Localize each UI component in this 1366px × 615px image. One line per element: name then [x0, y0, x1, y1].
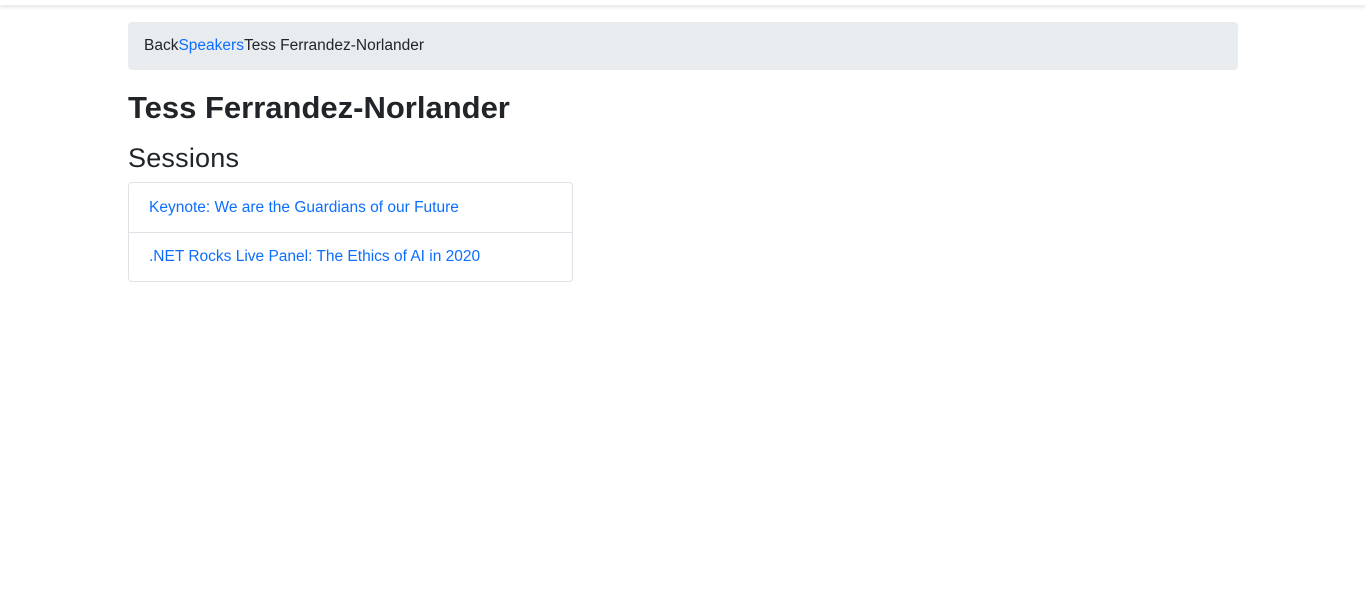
session-link-dotnet-rocks-panel[interactable]: .NET Rocks Live Panel: The Ethics of AI …: [129, 232, 572, 281]
main-container: Back Speakers Tess Ferrandez-Norlander T…: [128, 22, 1238, 282]
top-navbar: [0, 0, 1366, 6]
breadcrumb-back[interactable]: Back: [144, 37, 178, 55]
breadcrumb-current: Tess Ferrandez-Norlander: [243, 37, 424, 54]
breadcrumb-speakers-link[interactable]: Speakers: [178, 37, 243, 55]
breadcrumb: Back Speakers Tess Ferrandez-Norlander: [128, 22, 1238, 70]
sessions-heading: Sessions: [128, 143, 240, 173]
session-link-keynote[interactable]: Keynote: We are the Guardians of our Fut…: [129, 183, 572, 232]
sessions-list: Keynote: We are the Guardians of our Fut…: [128, 182, 573, 282]
page-title: Tess Ferrandez-Norlander: [128, 90, 510, 125]
